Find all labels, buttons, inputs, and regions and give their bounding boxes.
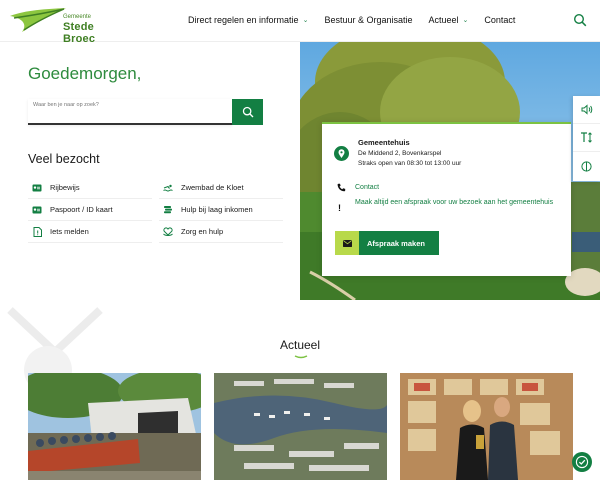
- id-card-icon: [32, 183, 42, 193]
- logo-prefix: Gemeente: [63, 14, 92, 20]
- text-size-icon: [581, 132, 592, 143]
- popular-item-label: Zwembad de Kloet: [181, 183, 244, 192]
- nav-bestuur[interactable]: Bestuur & Organisatie: [324, 15, 412, 25]
- news-section-title: Actueel: [279, 338, 321, 352]
- appointment-button-label: Afspraak maken: [367, 238, 425, 248]
- search-button[interactable]: [232, 99, 263, 125]
- news-card-3[interactable]: [400, 373, 573, 480]
- search-icon: [242, 106, 253, 118]
- award-people-image: [400, 373, 573, 480]
- aerial-marina-image: [214, 373, 387, 480]
- popular-item-paspoort[interactable]: Paspoort / ID kaart: [28, 199, 152, 221]
- chevron-down-icon: ⌄: [462, 17, 469, 24]
- text-size-button[interactable]: [573, 124, 600, 152]
- search-input[interactable]: [28, 99, 232, 125]
- accessibility-toolbar: [573, 96, 600, 181]
- card-address: De Middend 2, Bovenkarspel: [358, 150, 442, 157]
- popular-item-label: Zorg en hulp: [181, 227, 224, 236]
- nav-label: Direct regelen en informatie: [188, 15, 299, 25]
- popular-item-label: Paspoort / ID kaart: [50, 205, 113, 214]
- logo[interactable]: Gemeente Stede Broec: [8, 6, 124, 45]
- popular-item-zorg-en-hulp[interactable]: Zorg en hulp: [159, 221, 283, 243]
- nav-actueel[interactable]: Actueel ⌄: [428, 15, 468, 25]
- popular-title: Veel bezocht: [28, 152, 100, 166]
- nav-contact[interactable]: Contact: [484, 15, 515, 25]
- logo-leaf-icon: [10, 8, 66, 32]
- accessibility-badge[interactable]: [572, 452, 592, 472]
- nav-label: Contact: [484, 15, 516, 25]
- greeting: Goedemorgen,: [28, 64, 142, 83]
- swimmer-icon: [163, 183, 173, 193]
- speaker-icon: [581, 104, 592, 115]
- envelope-icon: [335, 231, 359, 255]
- boat-tunnel-image: [28, 373, 201, 480]
- phone-icon: [337, 183, 346, 192]
- care-icon: [163, 227, 173, 237]
- title-underline-icon: [294, 355, 308, 359]
- id-card-icon: [32, 205, 42, 215]
- coins-icon: [163, 205, 173, 215]
- popular-item-hulp-laag-inkomen[interactable]: Hulp bij laag inkomen: [159, 199, 283, 221]
- main-nav: Direct regelen en informatie ⌄ Bestuur &…: [188, 15, 531, 25]
- contrast-button[interactable]: [573, 152, 600, 180]
- exclamation-icon: !: [338, 203, 341, 213]
- logo-name: Stede Broec: [63, 21, 96, 45]
- popular-item-zwembad[interactable]: Zwembad de Kloet: [159, 177, 283, 199]
- card-title: Gemeentehuis: [358, 138, 410, 147]
- news-card-2[interactable]: [214, 373, 387, 480]
- appointment-button[interactable]: Afspraak maken: [335, 231, 439, 255]
- report-icon: [32, 226, 42, 237]
- popular-item-label: Iets melden: [50, 227, 89, 236]
- contact-link[interactable]: Contact: [355, 184, 379, 191]
- popular-item-label: Rijbewijs: [50, 183, 80, 192]
- popular-item-iets-melden[interactable]: Iets melden: [28, 221, 152, 243]
- popular-item-rijbewijs[interactable]: Rijbewijs: [28, 177, 152, 199]
- checkmark-badge-icon: [575, 455, 589, 469]
- read-aloud-button[interactable]: [573, 96, 600, 124]
- popular-item-label: Hulp bij laag inkomen: [181, 205, 253, 214]
- search-bar: [28, 99, 263, 125]
- chevron-down-icon: ⌄: [302, 17, 309, 24]
- card-hours: Straks open van 08:30 tot 13:00 uur: [358, 160, 462, 167]
- contrast-icon: [581, 160, 592, 172]
- appointment-note[interactable]: Maak altijd een afspraak voor uw bezoek …: [355, 196, 555, 209]
- nav-label: Actueel: [428, 15, 459, 25]
- news-card-1[interactable]: [28, 373, 201, 480]
- town-hall-card: Gemeentehuis De Middend 2, Bovenkarspel …: [322, 122, 571, 276]
- nav-direct-regelen[interactable]: Direct regelen en informatie ⌄: [188, 15, 308, 25]
- search-icon[interactable]: [573, 13, 587, 27]
- nav-label: Bestuur & Organisatie: [324, 15, 413, 25]
- site-header: Gemeente Stede Broec Direct regelen en i…: [0, 0, 600, 45]
- location-pin-icon: [334, 146, 349, 161]
